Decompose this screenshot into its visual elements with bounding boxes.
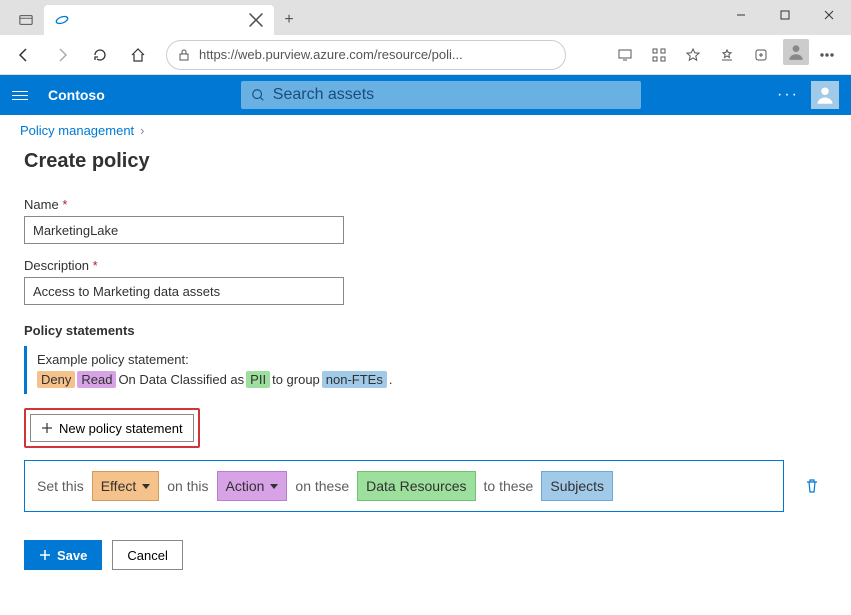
chevron-down-icon xyxy=(270,484,278,489)
back-icon xyxy=(16,47,32,63)
stmt-text: to these xyxy=(484,478,534,494)
stmt-text: Set this xyxy=(37,478,84,494)
search-icon xyxy=(251,88,265,102)
more-icon xyxy=(819,47,835,63)
chevron-down-icon xyxy=(142,484,150,489)
cancel-button[interactable]: Cancel xyxy=(112,540,182,570)
favorites-bar-button[interactable] xyxy=(711,39,743,71)
app-more-button[interactable]: ··· xyxy=(777,86,799,104)
statements-heading: Policy statements xyxy=(24,323,827,338)
effect-dropdown[interactable]: Effect xyxy=(92,471,160,501)
app-profile-button[interactable] xyxy=(811,81,839,109)
collections-button[interactable] xyxy=(745,39,777,71)
minimize-icon xyxy=(736,10,746,20)
footer-actions: Save Cancel xyxy=(24,540,827,570)
required-marker: * xyxy=(62,197,67,212)
home-button[interactable] xyxy=(122,39,154,71)
more-button[interactable] xyxy=(811,39,843,71)
main-content: Create policy Name * Description * Polic… xyxy=(0,146,851,586)
subjects-dropdown[interactable]: Subjects xyxy=(541,471,613,501)
maximize-button[interactable] xyxy=(763,0,807,30)
action-dropdown[interactable]: Action xyxy=(217,471,288,501)
forward-button[interactable] xyxy=(46,39,78,71)
example-pii-chip: PII xyxy=(246,371,270,388)
read-aloud-button[interactable] xyxy=(609,39,641,71)
app-name: Contoso xyxy=(48,87,105,103)
cancel-label: Cancel xyxy=(127,548,167,563)
description-input[interactable] xyxy=(24,277,344,305)
forward-icon xyxy=(54,47,70,63)
search-placeholder: Search assets xyxy=(273,86,374,104)
close-window-button[interactable] xyxy=(807,0,851,30)
url-text: https://web.purview.azure.com/resource/p… xyxy=(199,47,463,62)
tab-strip: + xyxy=(0,0,304,35)
profile-button[interactable] xyxy=(783,39,809,65)
refresh-icon xyxy=(92,47,108,63)
back-button[interactable] xyxy=(8,39,40,71)
example-text: On Data Classified as xyxy=(118,372,244,387)
browser-toolbar: https://web.purview.azure.com/resource/p… xyxy=(0,35,851,75)
example-deny-chip: Deny xyxy=(37,371,75,388)
search-box[interactable]: Search assets xyxy=(241,81,641,109)
chevron-right-icon: › xyxy=(140,123,144,138)
new-policy-statement-button[interactable]: New policy statement xyxy=(30,414,194,442)
app-bar: Contoso Search assets ··· xyxy=(0,75,851,115)
new-statement-highlight: New policy statement xyxy=(24,408,200,448)
collections-icon xyxy=(753,47,769,63)
plus-icon xyxy=(41,422,53,434)
stmt-text: on this xyxy=(167,478,208,494)
example-title: Example policy statement: xyxy=(37,352,817,367)
save-label: Save xyxy=(57,548,87,563)
name-input[interactable] xyxy=(24,216,344,244)
star-icon xyxy=(685,47,701,63)
favicon-icon xyxy=(54,12,70,28)
lock-icon xyxy=(177,48,191,62)
browser-tab[interactable] xyxy=(44,5,274,35)
delete-statement-button[interactable] xyxy=(804,478,820,494)
tab-list-button[interactable] xyxy=(8,5,44,35)
desktop-icon xyxy=(617,47,633,63)
person-icon xyxy=(787,43,805,61)
qr-button[interactable] xyxy=(643,39,675,71)
example-statement: Example policy statement: Deny Read On D… xyxy=(24,346,827,394)
required-marker: * xyxy=(93,258,98,273)
name-label: Name xyxy=(24,197,59,212)
plus-icon xyxy=(39,549,51,561)
data-resources-dropdown[interactable]: Data Resources xyxy=(357,471,475,501)
address-bar[interactable]: https://web.purview.azure.com/resource/p… xyxy=(166,40,566,70)
stmt-text: on these xyxy=(295,478,349,494)
menu-button[interactable] xyxy=(12,85,32,105)
close-icon xyxy=(824,10,834,20)
favorites-icon xyxy=(719,47,735,63)
browser-titlebar: + xyxy=(0,0,851,35)
page-title: Create policy xyxy=(24,150,827,173)
name-field: Name * xyxy=(24,197,827,244)
close-icon xyxy=(248,12,264,28)
person-icon xyxy=(815,85,835,105)
new-tab-button[interactable]: + xyxy=(274,5,304,35)
example-dot: . xyxy=(389,372,393,387)
example-text: to group xyxy=(272,372,320,387)
example-nonfte-chip: non-FTEs xyxy=(322,371,387,388)
qr-icon xyxy=(651,47,667,63)
window-controls xyxy=(719,0,851,30)
maximize-icon xyxy=(780,10,790,20)
statement-builder-row: Set this Effect on this Action on these … xyxy=(24,460,784,512)
close-tab-button[interactable] xyxy=(248,12,264,28)
save-button[interactable]: Save xyxy=(24,540,102,570)
favorite-button[interactable] xyxy=(677,39,709,71)
tablist-icon xyxy=(19,13,33,27)
home-icon xyxy=(130,47,146,63)
trash-icon xyxy=(804,478,820,494)
description-field: Description * xyxy=(24,258,827,305)
description-label: Description xyxy=(24,258,89,273)
minimize-button[interactable] xyxy=(719,0,763,30)
example-read-chip: Read xyxy=(77,371,116,388)
refresh-button[interactable] xyxy=(84,39,116,71)
new-statement-label: New policy statement xyxy=(59,421,183,436)
breadcrumb-link[interactable]: Policy management xyxy=(20,123,134,138)
breadcrumb: Policy management › xyxy=(0,115,851,146)
